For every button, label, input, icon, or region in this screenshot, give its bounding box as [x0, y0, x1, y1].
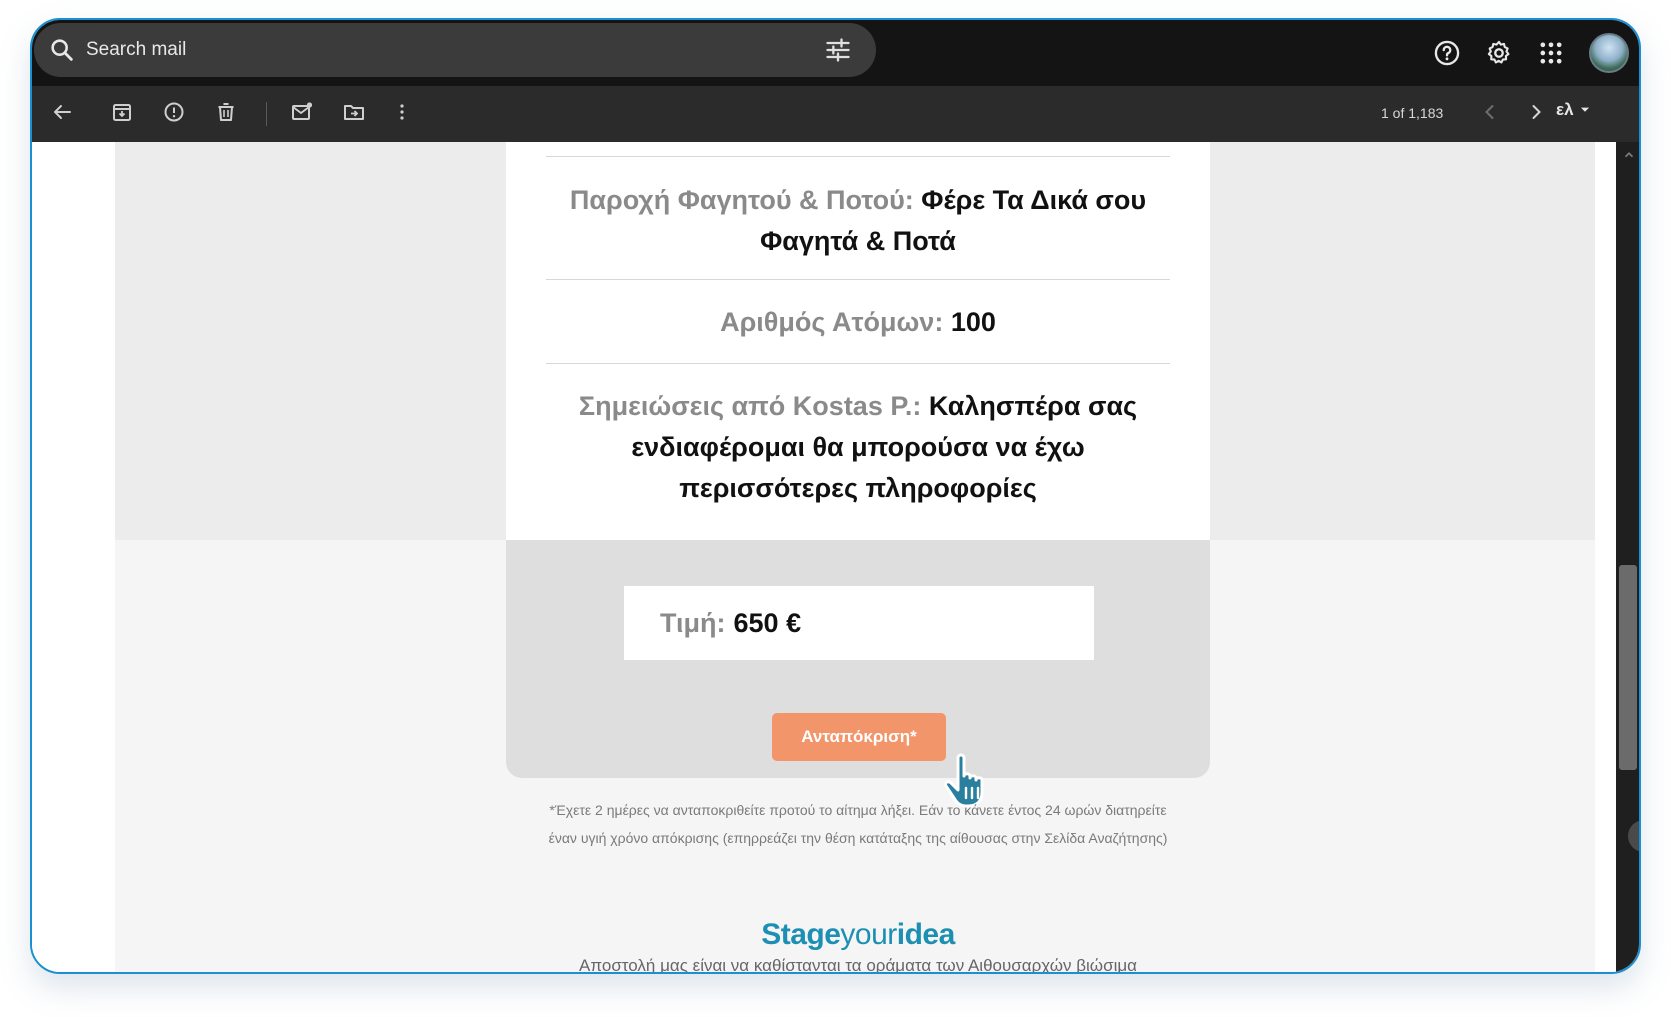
archive-icon[interactable]: [110, 100, 134, 124]
chevron-right-icon[interactable]: [1524, 100, 1548, 124]
chevron-left-icon[interactable]: [1478, 100, 1502, 124]
logo-part: your: [840, 918, 897, 951]
mark-unread-icon[interactable]: [290, 100, 314, 124]
guests-field: Αριθμός Ατόμων: 100: [546, 302, 1170, 343]
price-label: Τιμή:: [660, 607, 726, 638]
tune-icon[interactable]: [824, 36, 852, 64]
input-tools-language[interactable]: ελ: [1556, 100, 1592, 120]
notes-field: Σημειώσεις από Kostas P.: Καλησπέρα σας …: [558, 386, 1158, 509]
logo-part: Stage: [761, 918, 841, 951]
gmail-window: Search mail 1 of 1,183 ελ Παροχή Φαγητού…: [30, 18, 1641, 974]
email-body: Παροχή Φαγητού & Ποτού: Φέρε Τα Δικά σου…: [32, 142, 1639, 972]
report-spam-icon[interactable]: [162, 100, 186, 124]
price-value: 650 €: [733, 607, 802, 638]
price-box: Τιμή: 650 €: [624, 586, 1094, 660]
request-details-card: Παροχή Φαγητού & Ποτού: Φέρε Τα Δικά σου…: [506, 142, 1210, 540]
scroll-up-icon[interactable]: [1622, 148, 1636, 162]
message-toolbar: 1 of 1,183 ελ: [32, 86, 1639, 142]
gear-icon[interactable]: [1485, 39, 1513, 67]
reply-button[interactable]: Ανταπόκριση*: [772, 713, 946, 761]
divider: [546, 363, 1170, 364]
guests-label: Αριθμός Ατόμων:: [720, 307, 944, 337]
chevron-down-icon: [1580, 107, 1589, 112]
disclaimer-line: έναν υγιή χρόνο απόκρισης (επηρρεάζει τη…: [548, 830, 1168, 846]
mission-statement: Αποστολή μας είναι να καθίστανται τα ορά…: [579, 956, 1137, 974]
reply-disclaimer: *Έχετε 2 ημέρες να ανταποκριθείτε προτού…: [506, 796, 1210, 852]
notes-label: Σημειώσεις από Kostas P.:: [578, 391, 922, 421]
price-panel: Τιμή: 650 € Ανταπόκριση*: [506, 540, 1210, 778]
top-right-actions: [1409, 20, 1639, 86]
apps-grid-icon[interactable]: [1537, 39, 1565, 67]
trash-icon[interactable]: [214, 100, 238, 124]
language-label: ελ: [1556, 100, 1574, 119]
arrow-back-icon[interactable]: [50, 100, 74, 124]
disclaimer-line: *Έχετε 2 ημέρες να ανταποκριθείτε προτού…: [549, 802, 1167, 818]
logo-part: idea: [896, 918, 956, 951]
divider: [546, 279, 1170, 280]
top-bar: Search mail: [32, 20, 1639, 86]
stageyouridea-logo[interactable]: Stageyouridea: [506, 918, 1210, 952]
more-vert-icon[interactable]: [390, 100, 414, 124]
catering-field: Παροχή Φαγητού & Ποτού: Φέρε Τα Δικά σου…: [546, 180, 1170, 262]
toolbar-divider: [266, 102, 267, 126]
catering-label: Παροχή Φαγητού & Ποτού:: [569, 185, 914, 215]
account-avatar[interactable]: [1589, 33, 1629, 73]
move-to-icon[interactable]: [342, 100, 366, 124]
search-bar[interactable]: Search mail: [34, 23, 876, 77]
help-icon[interactable]: [1433, 39, 1461, 67]
pagination-count: 1 of 1,183: [1381, 105, 1444, 121]
scrollbar-thumb[interactable]: [1619, 565, 1637, 770]
divider: [546, 156, 1170, 157]
guests-value: 100: [950, 307, 996, 337]
search-input[interactable]: Search mail: [86, 39, 824, 61]
search-icon[interactable]: [48, 36, 76, 64]
